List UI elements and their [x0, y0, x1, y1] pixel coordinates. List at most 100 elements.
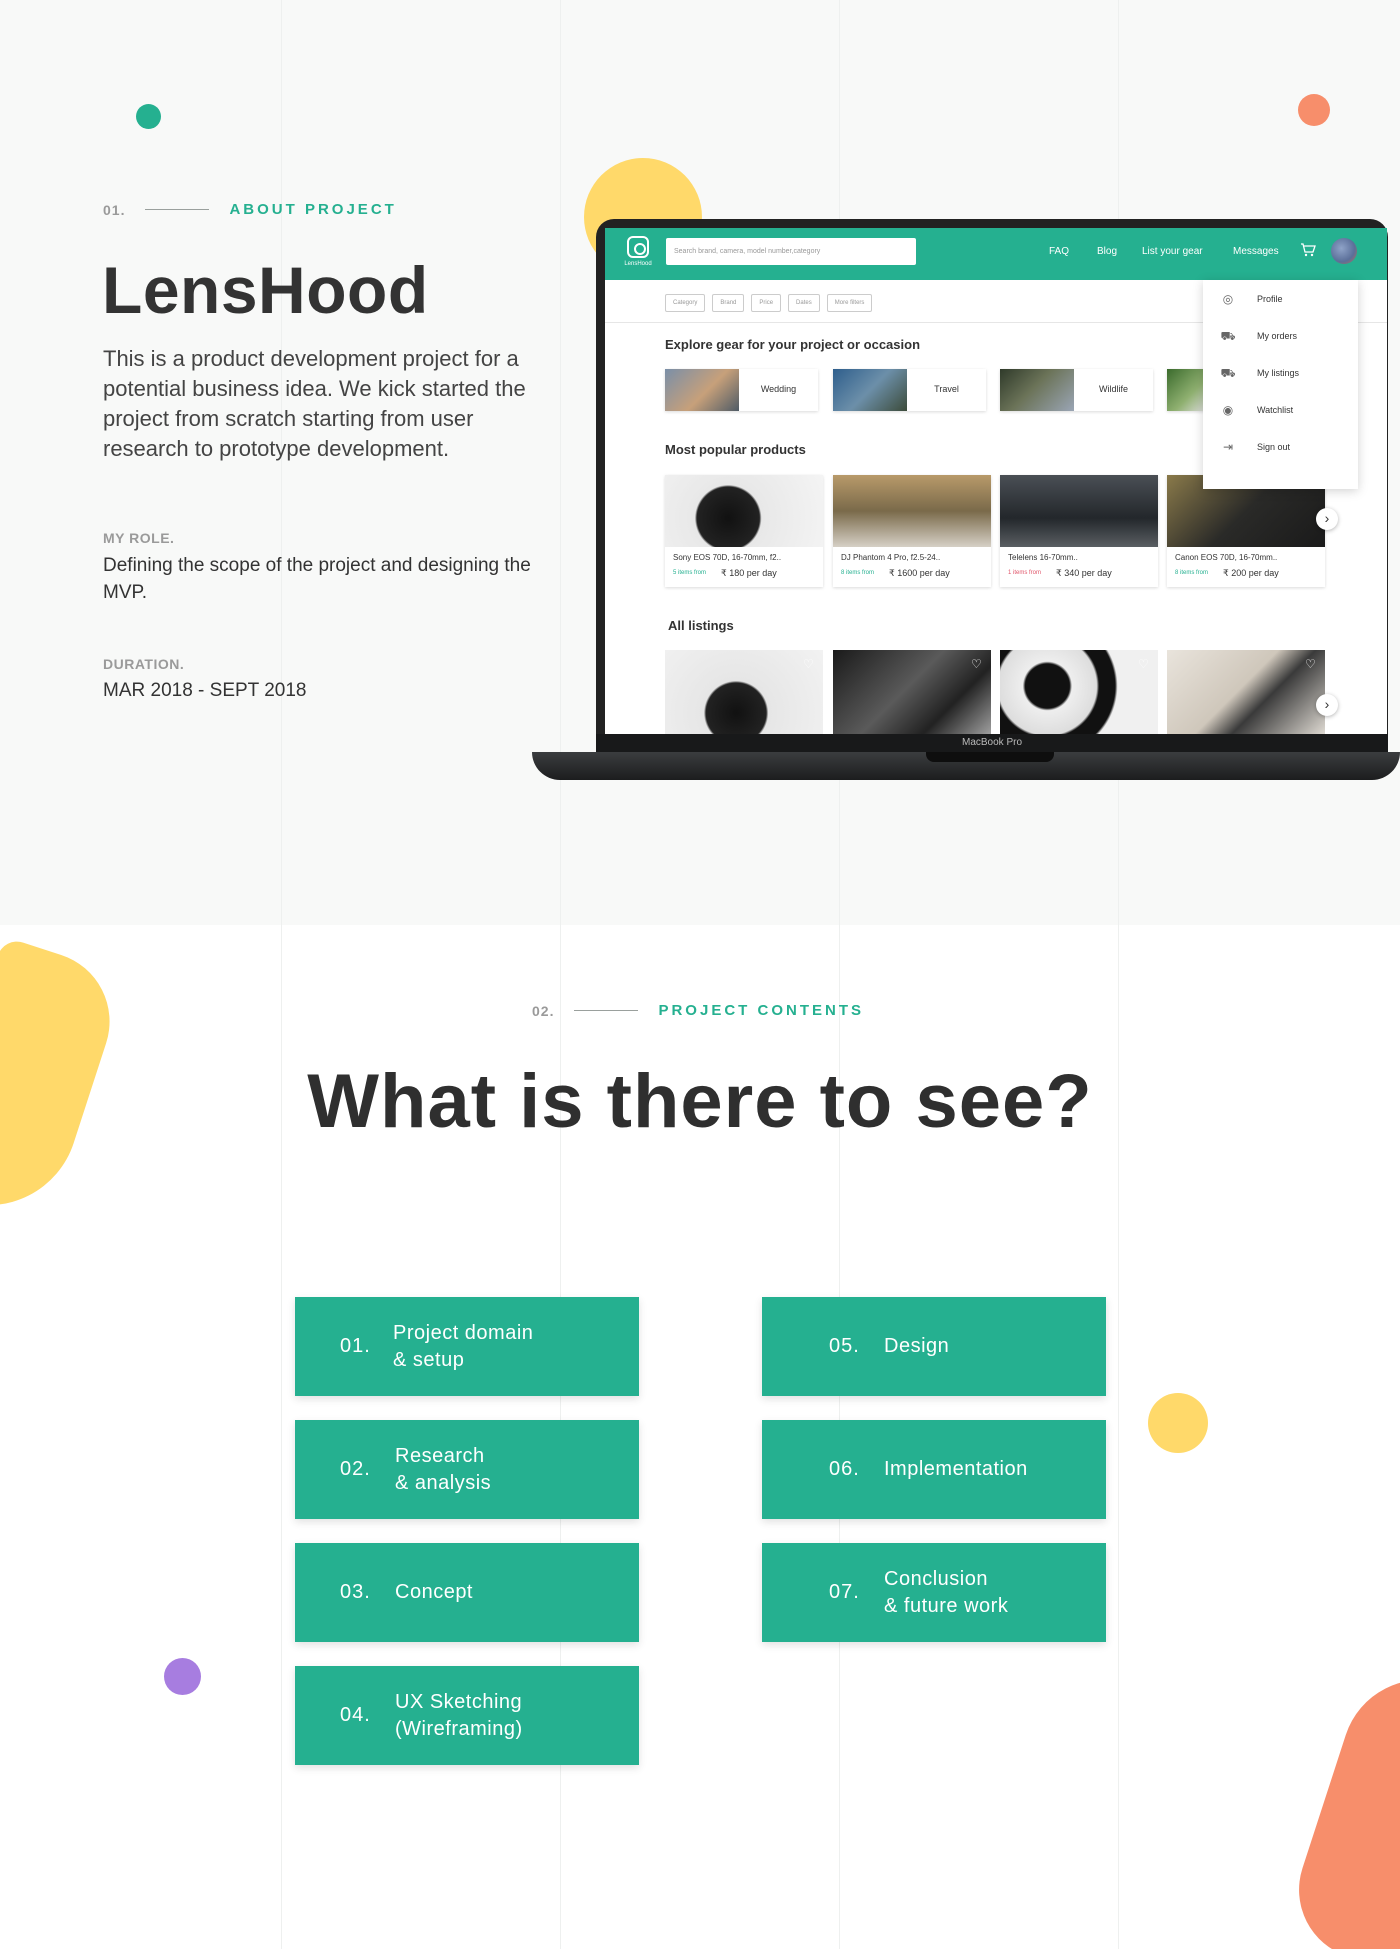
product-image — [833, 475, 991, 547]
cart-list-icon: ⛟ — [1220, 366, 1236, 380]
filter-dates[interactable]: Dates — [788, 294, 820, 312]
occasion-card-partial[interactable] — [1167, 369, 1207, 411]
product-price: ₹ 180 per day — [721, 568, 777, 578]
occasion-label: Wedding — [760, 384, 797, 394]
project-title: LensHood — [102, 253, 429, 327]
card-label: Project domain & setup — [393, 1321, 534, 1371]
product-card[interactable]: Telelens 16-70mm.. 1 items from ₹ 340 pe… — [1000, 475, 1158, 587]
heart-icon[interactable]: ♡ — [803, 658, 815, 670]
heart-icon[interactable]: ♡ — [1138, 658, 1150, 670]
card-number: 04. — [340, 1704, 371, 1726]
filter-bar: Category Brand Price Dates More filters — [665, 294, 873, 312]
contents-card-02[interactable]: 02. Research & analysis — [295, 1420, 639, 1519]
eyebrow-rule — [145, 209, 210, 210]
listing-card[interactable]: ♡ — [1167, 650, 1325, 734]
nav-faq[interactable]: FAQ — [1049, 246, 1069, 257]
laptop-hinge: MacBook Pro — [596, 734, 1388, 752]
heart-icon[interactable]: ♡ — [1305, 658, 1317, 670]
menu-label: Profile — [1257, 294, 1283, 304]
menu-item-watchlist[interactable]: ◉ Watchlist — [1219, 400, 1293, 420]
product-availability: 8 items from — [841, 570, 875, 576]
menu-label: Sign out — [1257, 442, 1291, 452]
profile-dropdown-menu: ◎ Profile ⛟ My orders ⛟ My listings ◉ Wa… — [1203, 280, 1358, 489]
laptop-screen: LensHood Search brand, camera, model num… — [605, 228, 1387, 734]
product-availability: 1 items from — [1008, 570, 1042, 576]
card-number: 03. — [340, 1581, 371, 1603]
contents-card-01[interactable]: 01. Project domain & setup — [295, 1297, 639, 1396]
filter-price[interactable]: Price — [751, 294, 782, 312]
contents-card-05[interactable]: 05. Design — [762, 1297, 1106, 1396]
card-number: 06. — [829, 1458, 860, 1480]
product-card[interactable]: DJ Phantom 4 Pro, f2.5-24.. 8 items from… — [833, 475, 991, 587]
occasion-card-travel[interactable]: Travel — [833, 369, 986, 411]
menu-item-my-orders[interactable]: ⛟ My orders — [1219, 326, 1297, 346]
contents-card-07[interactable]: 07. Conclusion & future work — [762, 1543, 1106, 1642]
product-name: Canon EOS 70D, 16-70mm.. — [1175, 553, 1278, 562]
decor-dot-purple — [164, 1658, 201, 1695]
section-number: 01. — [103, 201, 126, 218]
chevron-right-icon[interactable]: › — [1316, 508, 1338, 530]
listing-card[interactable]: ♡ — [833, 650, 991, 734]
heart-icon[interactable]: ♡ — [971, 658, 983, 670]
card-label: Research & analysis — [395, 1444, 492, 1494]
product-name: Telelens 16-70mm.. — [1008, 553, 1078, 562]
app-logo[interactable]: LensHood — [623, 236, 653, 267]
occasion-image — [665, 369, 739, 411]
eye-icon: ◉ — [1222, 403, 1234, 417]
contents-card-04[interactable]: 04. UX Sketching (Wireframing) — [295, 1666, 639, 1765]
app-navbar: LensHood Search brand, camera, model num… — [605, 228, 1387, 280]
card-number: 05. — [829, 1335, 860, 1357]
filter-category[interactable]: Category — [665, 294, 706, 312]
lens-logo-icon — [627, 236, 649, 258]
avatar[interactable] — [1331, 238, 1357, 264]
card-label: Conclusion & future work — [884, 1567, 1009, 1617]
card-number: 01. — [340, 1335, 371, 1357]
menu-item-profile[interactable]: ◎ Profile — [1219, 289, 1283, 309]
cart-icon[interactable] — [1300, 243, 1316, 257]
occasion-card-wedding[interactable]: Wedding — [665, 369, 818, 411]
contents-card-06[interactable]: 06. Implementation — [762, 1420, 1106, 1519]
duration-label: DURATION. — [103, 656, 185, 672]
nav-list-your-gear[interactable]: List your gear — [1142, 246, 1203, 257]
menu-label: My listings — [1257, 368, 1300, 378]
card-label: Implementation — [884, 1458, 1028, 1480]
decor-dot-orange — [1298, 94, 1330, 126]
contents-card-03[interactable]: 03. Concept — [295, 1543, 639, 1642]
role-label: MY ROLE. — [103, 530, 175, 546]
product-card[interactable]: Canon EOS 70D, 16-70mm.. 8 items from ₹ … — [1167, 475, 1325, 587]
device-label: MacBook Pro — [961, 737, 1023, 748]
menu-label: Watchlist — [1257, 405, 1294, 415]
card-label: Concept — [395, 1581, 473, 1603]
search-input[interactable]: Search brand, camera, model number,categ… — [666, 238, 916, 265]
occasion-image — [1167, 369, 1207, 411]
product-image — [665, 475, 823, 547]
occasion-image — [833, 369, 907, 411]
product-card[interactable]: Sony EOS 70D, 16-70mm, f2.. 5 items from… — [665, 475, 823, 587]
contents-eyebrow: 02. PROJECT CONTENTS — [532, 1002, 864, 1019]
chevron-right-icon[interactable]: › — [1316, 694, 1338, 716]
duration-value: MAR 2018 - SEPT 2018 — [103, 680, 307, 701]
menu-item-sign-out[interactable]: ⇥ Sign out — [1219, 437, 1290, 457]
section-number: 02. — [532, 1002, 555, 1019]
listing-card[interactable]: ♡ — [1000, 650, 1158, 734]
explore-heading: Explore gear for your project or occasio… — [665, 337, 921, 352]
filter-more[interactable]: More filters — [826, 294, 873, 312]
project-description: This is a product development project fo… — [103, 346, 526, 461]
section-label: ABOUT PROJECT — [229, 201, 397, 218]
product-price: ₹ 1600 per day — [889, 568, 950, 578]
nav-blog[interactable]: Blog — [1097, 246, 1117, 257]
occasion-card-wildlife[interactable]: Wildlife — [1000, 369, 1153, 411]
nav-messages[interactable]: Messages — [1233, 246, 1279, 257]
sign-out-icon: ⇥ — [1222, 440, 1234, 454]
card-number: 02. — [340, 1458, 371, 1480]
menu-item-my-listings[interactable]: ⛟ My listings — [1219, 363, 1299, 383]
card-number: 07. — [829, 1581, 860, 1603]
cart-icon: ⛟ — [1220, 329, 1236, 343]
grid-line — [560, 0, 561, 1949]
product-availability: 8 items from — [1175, 570, 1209, 576]
occasion-label: Wildlife — [1098, 384, 1128, 394]
occasion-label: Travel — [934, 384, 959, 394]
listing-card[interactable]: ♡ — [665, 650, 823, 734]
filter-brand[interactable]: Brand — [712, 294, 745, 312]
user-circle-icon: ◎ — [1222, 292, 1234, 306]
